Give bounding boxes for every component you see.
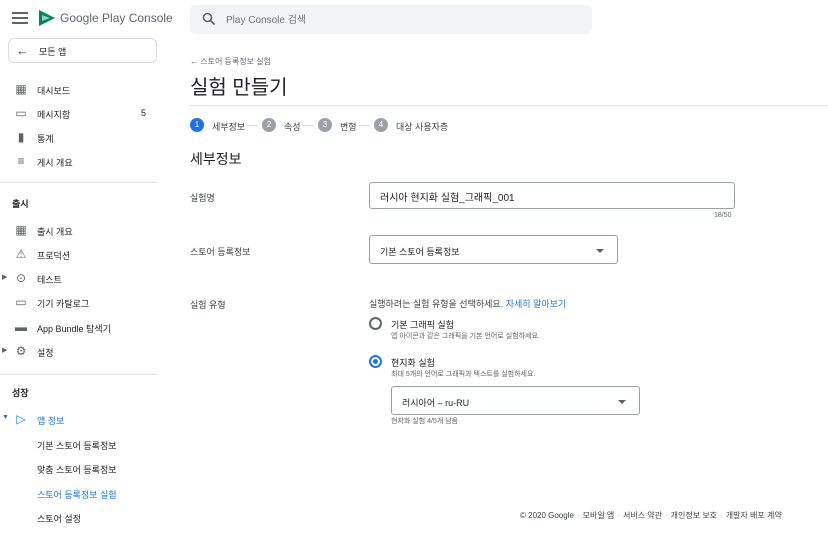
localized-desc: 최대 5개의 언어로 그래픽과 텍스트를 실험하세요. [391,371,536,378]
inbox-badge: 5 [141,108,147,118]
page-title: 실험 만들기 [190,77,288,99]
sidebar-subitem-store-settings[interactable]: 스토어 설정 [37,512,81,525]
step-connector [302,125,314,126]
sidebar-item-dashboard[interactable]: ▦ 대시보드 [0,80,168,100]
sidebar-item-publishing[interactable]: ≡ 게시 개요 [0,152,168,172]
dropdown-arrow-icon [596,249,604,253]
brand-name: Google Play Console [60,11,173,25]
experiment-name-label: 실험명 [190,193,215,203]
sidebar-subitem-main-listing[interactable]: 기본 스토어 등록정보 [37,439,117,452]
sidebar-item-settings[interactable]: ▶ ⚙ 설정 [0,342,168,362]
localized-title: 현지화 실험 [391,358,435,368]
back-arrow-icon: ← [16,43,29,58]
experiment-type-label: 실험 유형 [190,300,226,310]
sidebar-item-testing[interactable]: ▶ ⊙ 테스트 [0,269,168,289]
sidebar-item-bundle-explorer[interactable]: ▬ App Bundle 탐색기 [0,318,168,338]
sidebar-divider [0,182,156,183]
expand-caret-icon: ▶ [2,274,8,281]
testing-icon: ⊙ [15,271,27,285]
search-bar[interactable] [190,5,592,34]
experiment-name-field[interactable] [369,182,735,209]
header-divider [190,105,828,106]
back-link[interactable]: ← 스토어 등록정보 실험 [190,56,271,67]
dashboard-icon: ▦ [15,82,27,96]
step-connector [358,125,370,126]
release-overview-icon: ▦ [15,223,27,237]
collapse-caret-icon: ▼ [2,414,9,421]
footer-link-privacy[interactable]: 개인정보 보호 [671,511,717,520]
step-connector [246,125,258,126]
section-title: 세부정보 [190,151,242,167]
store-listing-label: 스토어 등록정보 [190,247,251,257]
release-section-title: 출시 [12,199,29,209]
search-input[interactable] [226,11,566,29]
sidebar-item-production[interactable]: ⚠ 프로덕션 [0,245,168,265]
experiment-name-input[interactable] [380,188,720,204]
devices-icon: ▭ [15,295,27,309]
learn-more-link[interactable]: 자세히 알아보기 [506,299,566,309]
publishing-icon: ≡ [17,154,25,168]
sidebar-divider [0,374,156,375]
footer-link-mobile-app[interactable]: 모바일 앱 [583,511,615,520]
sidebar-item-devices[interactable]: ▭ 기기 카탈로그 [0,293,168,313]
sidebar-item-release-overview[interactable]: ▦ 출시 개요 [0,221,168,241]
sidebar: Google Play Console ← 모든 앱 ▦ 대시보드 ▭ 메시지함… [0,0,173,535]
play-icon: ▷ [16,412,26,426]
menu-icon[interactable] [12,12,28,24]
growth-section-title: 성장 [12,388,29,398]
production-icon: ⚠ [15,247,27,261]
search-icon [202,12,216,26]
back-arrow-icon: ← [190,57,201,66]
char-counter: 18/50 [714,212,732,219]
copyright: © 2020 Google [520,511,574,520]
footer: © 2020 Google · 모바일 앱 · 서비스 약관 · 개인정보 보호 · 개발자 배… [520,511,782,520]
language-select[interactable]: 러시아어 – ru-RU [391,386,640,415]
all-apps-label: 모든 앱 [39,47,67,57]
bundle-icon: ▬ [15,320,27,334]
all-apps-button[interactable]: ← 모든 앱 [8,38,157,63]
footer-link-developer-agreement[interactable]: 개발자 배포 계약 [726,511,782,520]
sidebar-item-app-info[interactable]: ▼ ▷ 앱 정보 [0,410,168,430]
app-root: Google Play Console ← 모든 앱 ▦ 대시보드 ▭ 메시지함… [0,0,828,535]
store-listing-select[interactable]: 기본 스토어 등록정보 [369,235,618,264]
dropdown-arrow-icon [618,400,626,404]
sidebar-item-stats[interactable]: ▮ 통계 [0,128,168,148]
footer-link-terms[interactable]: 서비스 약관 [623,511,662,520]
default-graphics-title: 기본 그래픽 실험 [391,320,454,330]
default-graphics-desc: 앱 아이콘과 같은 그래픽을 기본 언어로 실험하세요. [391,333,540,340]
localized-radio[interactable] [369,355,382,368]
remaining-experiments: 현지화 실험 4/5개 남음 [391,418,459,425]
inbox-icon: ▭ [15,106,27,120]
expand-caret-icon: ▶ [2,347,8,354]
back-link-label: 스토어 등록정보 실험 [200,57,271,66]
play-console-logo [39,10,55,26]
sidebar-subitem-custom-listing[interactable]: 맞춤 스토어 등록정보 [37,463,117,476]
default-graphics-radio[interactable] [369,317,382,330]
sidebar-item-inbox[interactable]: ▭ 메시지함 5 [0,104,168,124]
experiment-type-help: 실행하려는 실험 유형을 선택하세요. 자세히 알아보기 [369,299,567,309]
sidebar-subitem-listing-experiments[interactable]: 스토어 등록정보 실험 [37,488,117,501]
gear-icon: ⚙ [15,344,27,358]
bar-chart-icon: ▮ [17,130,25,144]
